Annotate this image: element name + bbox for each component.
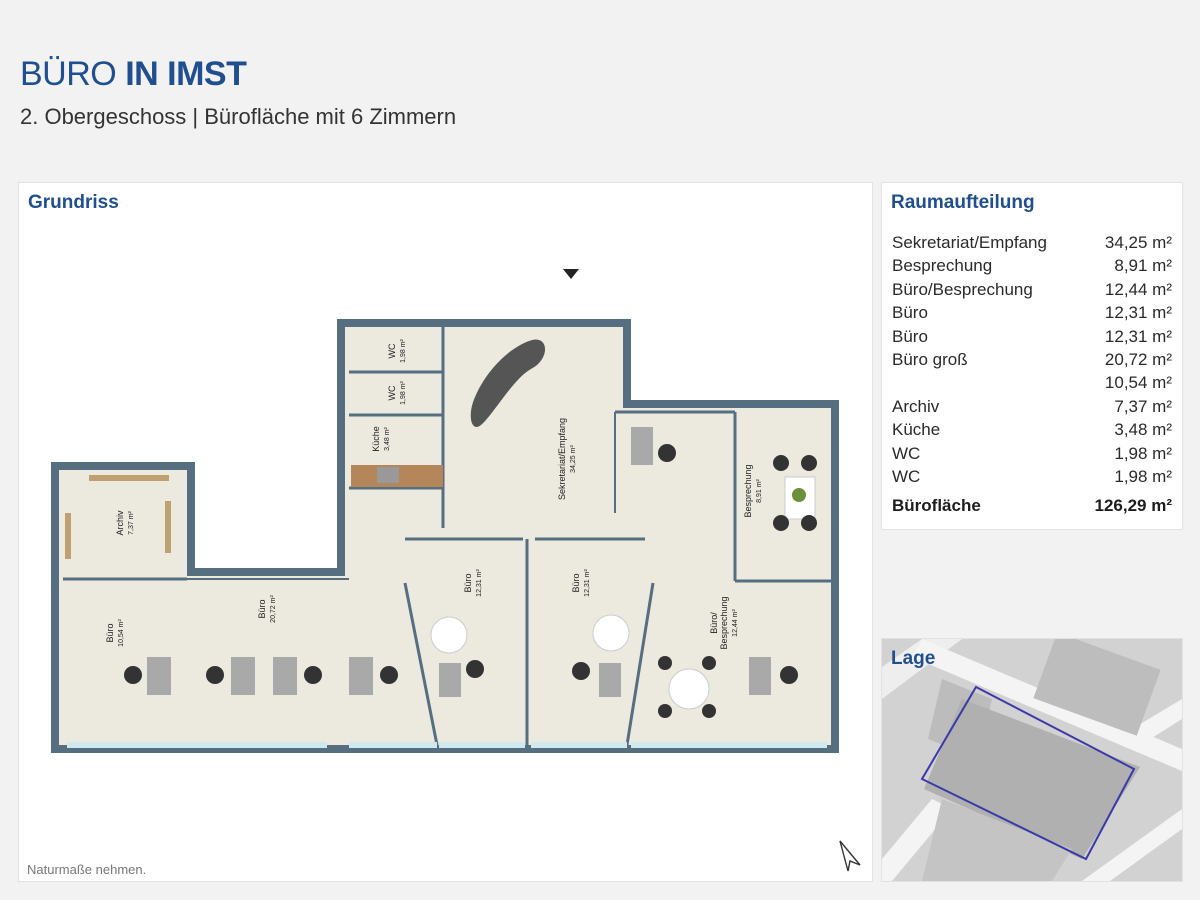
svg-text:10,54 m²: 10,54 m² <box>118 619 125 647</box>
page-header: BÜRO IN IMST 2. Obergeschoss | Bürofläch… <box>20 55 456 130</box>
room-breakdown-label: Büro <box>892 303 928 323</box>
plant-icon <box>792 488 806 502</box>
footnote: Naturmaße nehmen. <box>27 862 147 877</box>
room-breakdown-value: 3,48 m² <box>1114 420 1172 440</box>
room-breakdown-label: Büro groß <box>892 350 968 370</box>
room-breakdown-row: Büro 12,31 m² <box>892 325 1172 348</box>
north-arrow-icon <box>839 840 861 872</box>
room-breakdown-label: WC <box>892 467 921 487</box>
svg-text:1,98 m²: 1,98 m² <box>400 380 407 404</box>
room-breakdown-label: Archiv <box>892 396 940 416</box>
svg-text:Büro: Büro <box>463 573 473 592</box>
svg-text:Büro: Büro <box>571 573 581 592</box>
title-bold: IN IMST <box>125 55 247 93</box>
svg-text:7,37 m²: 7,37 m² <box>128 510 135 534</box>
location-map <box>882 639 1182 881</box>
svg-text:34,25 m²: 34,25 m² <box>570 445 577 473</box>
svg-text:12,44 m²: 12,44 m² <box>732 609 739 637</box>
room-breakdown-value: 20,72 m² <box>1104 350 1172 370</box>
floor-plan-drawing: Sekretariat/Empfang 34,25 m² Besprechung… <box>51 269 839 753</box>
room-breakdown-row: WC 1,98 m² <box>892 442 1172 465</box>
room-breakdown-heading: Raumaufteilung <box>891 192 1035 213</box>
kitchen-sink-icon <box>377 467 399 483</box>
total-value: 126,29 m² <box>1094 496 1173 516</box>
room-breakdown-row: Sekretariat/Empfang 34,25 m² <box>892 231 1172 254</box>
entrance-marker-icon <box>563 269 579 279</box>
room-breakdown-label: Besprechung <box>892 256 993 276</box>
title-light: BÜRO <box>20 55 117 93</box>
round-table-icon <box>592 614 630 652</box>
room-breakdown-row: Besprechung 8,91 m² <box>892 254 1172 277</box>
location-map-panel: Lage <box>881 638 1183 882</box>
room-breakdown-value: 7,37 m² <box>1114 396 1172 416</box>
page-title: BÜRO IN IMST <box>20 55 456 94</box>
svg-text:Büro/: Büro/ <box>709 612 719 634</box>
room-breakdown-value: 10,54 m² <box>1104 373 1172 393</box>
svg-text:20,72 m²: 20,72 m² <box>270 595 277 623</box>
page-subtitle: 2. Obergeschoss | Bürofläche mit 6 Zimme… <box>20 104 457 129</box>
room-breakdown-value: 8,91 m² <box>1114 256 1172 276</box>
svg-text:Besprechung: Besprechung <box>719 596 729 649</box>
round-table-icon <box>668 668 710 710</box>
room-breakdown-label: Büro/Besprechung <box>892 279 1033 299</box>
svg-text:8,91 m²: 8,91 m² <box>756 478 763 502</box>
room-breakdown-row: Archiv 7,37 m² <box>892 395 1172 418</box>
svg-text:Büro: Büro <box>105 623 115 642</box>
room-breakdown-row: 10,54 m² <box>892 371 1172 394</box>
svg-text:Küche: Küche <box>371 426 381 452</box>
room-breakdown-panel: Raumaufteilung Sekretariat/Empfang 34,25 … <box>881 182 1183 530</box>
room-breakdown-value: 12,44 m² <box>1104 279 1172 299</box>
svg-text:WC: WC <box>387 343 397 358</box>
room-breakdown-list: Sekretariat/Empfang 34,25 m² Besprechung 8,… <box>892 231 1172 516</box>
svg-text:WC: WC <box>387 385 397 400</box>
room-breakdown-row: Büro groß 20,72 m² <box>892 348 1172 371</box>
room-breakdown-value: 12,31 m² <box>1104 303 1172 323</box>
svg-text:Sekretariat/Empfang: Sekretariat/Empfang <box>557 418 567 500</box>
floor-plan-panel: Grundriss Sekretariat/Empfang 34,25 m² B… <box>18 182 873 882</box>
room-breakdown-label: Küche <box>892 420 941 440</box>
svg-text:12,31 m²: 12,31 m² <box>476 569 483 597</box>
room-breakdown-value: 12,31 m² <box>1104 326 1172 346</box>
room-breakdown-value: 1,98 m² <box>1114 443 1172 463</box>
svg-text:Archiv: Archiv <box>115 510 125 536</box>
room-breakdown-row: Küche 3,48 m² <box>892 418 1172 441</box>
room-breakdown-total-row: Bürofläche 126,29 m² <box>892 496 1172 516</box>
total-label: Bürofläche <box>892 496 981 516</box>
svg-text:1,98 m²: 1,98 m² <box>400 338 407 362</box>
svg-text:12,31 m²: 12,31 m² <box>584 569 591 597</box>
svg-text:Besprechung: Besprechung <box>743 464 753 517</box>
room-breakdown-label: WC <box>892 443 921 463</box>
room-breakdown-row: Büro 12,31 m² <box>892 301 1172 324</box>
svg-text:3,48 m²: 3,48 m² <box>384 426 391 450</box>
round-table-icon <box>430 616 468 654</box>
location-heading: Lage <box>891 648 936 669</box>
room-breakdown-row: WC 1,98 m² <box>892 465 1172 488</box>
room-breakdown-label: Büro <box>892 326 928 346</box>
room-breakdown-value: 1,98 m² <box>1114 467 1172 487</box>
svg-text:Büro: Büro <box>257 599 267 618</box>
room-breakdown-label: Sekretariat/Empfang <box>892 233 1047 252</box>
room-breakdown-row: Büro/Besprechung 12,44 m² <box>892 278 1172 301</box>
room-breakdown-value: 34,25 m² <box>1104 233 1172 252</box>
window-strip <box>67 742 827 748</box>
